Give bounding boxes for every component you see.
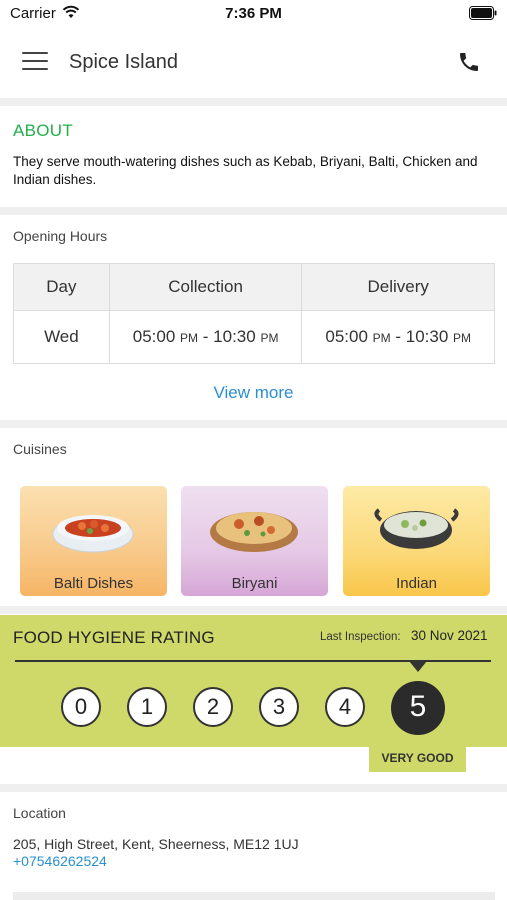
cuisine-card-balti[interactable]: Balti Dishes	[20, 486, 167, 596]
section-divider	[0, 606, 507, 614]
about-heading: ABOUT	[13, 121, 74, 140]
section-divider	[0, 784, 507, 792]
day-cell: Wed	[13, 310, 110, 364]
karahi-dish-icon	[374, 508, 459, 549]
curry-bowl-icon	[52, 515, 134, 553]
hamburger-menu-icon[interactable]	[22, 52, 48, 72]
view-more-link[interactable]: View more	[0, 383, 507, 403]
collection-hours-cell: 05:00 PM - 10:30 PM	[108, 310, 303, 364]
column-header-delivery: Delivery	[301, 263, 495, 311]
rating-score-1: 1	[127, 687, 167, 727]
rating-score-0: 0	[61, 687, 101, 727]
location-label: Location	[13, 805, 66, 821]
cuisine-name: Biryani	[231, 575, 278, 592]
column-header-collection: Collection	[108, 263, 303, 311]
location-address: 205, High Street, Kent, Sheerness, ME12 …	[13, 836, 299, 852]
rating-description-badge: VERY GOOD	[369, 744, 466, 772]
status-bar: Carrier 7:36 PM	[0, 0, 507, 28]
rating-score-3: 3	[259, 687, 299, 727]
clock-time: 7:36 PM	[225, 5, 282, 22]
cuisine-card-indian[interactable]: Indian	[343, 486, 490, 596]
cuisine-name: Indian	[396, 575, 437, 592]
location-phone-link[interactable]: +07546262524	[13, 853, 107, 869]
about-description: They serve mouth-watering dishes such as…	[13, 154, 478, 187]
section-divider	[0, 207, 507, 215]
delivery-hours-cell: 05:00 PM - 10:30 PM	[301, 310, 495, 364]
table-header-row: Day Collection Delivery	[13, 263, 495, 311]
section-divider	[0, 420, 507, 428]
header-divider	[0, 98, 507, 106]
rating-score-4: 4	[325, 687, 365, 727]
rating-pointer-icon	[409, 661, 427, 672]
last-inspection-label: Last Inspection:	[320, 631, 401, 643]
opening-hours-label: Opening Hours	[13, 228, 108, 244]
table-row: Wed 05:00 PM - 10:30 PM 05:00 PM - 10:30…	[13, 310, 495, 364]
cuisines-label: Cuisines	[13, 441, 67, 457]
location-map[interactable]	[13, 892, 495, 900]
column-header-day: Day	[13, 263, 110, 311]
cuisine-card-biryani[interactable]: Biryani	[181, 486, 328, 596]
biryani-plate-icon	[210, 512, 298, 552]
last-inspection-date: 30 Nov 2021	[411, 628, 488, 643]
hygiene-rating-title: FOOD HYGIENE RATING	[13, 628, 215, 647]
app-header: Spice Island	[0, 28, 507, 98]
battery-icon	[469, 6, 497, 20]
phone-call-icon[interactable]	[457, 50, 481, 74]
rating-score-selected: 5	[391, 681, 445, 735]
restaurant-title: Spice Island	[69, 51, 178, 73]
rating-score-2: 2	[193, 687, 233, 727]
opening-hours-table: Day Collection Delivery Wed 05:00 PM - 1…	[13, 263, 495, 364]
cuisine-name: Balti Dishes	[53, 575, 134, 592]
